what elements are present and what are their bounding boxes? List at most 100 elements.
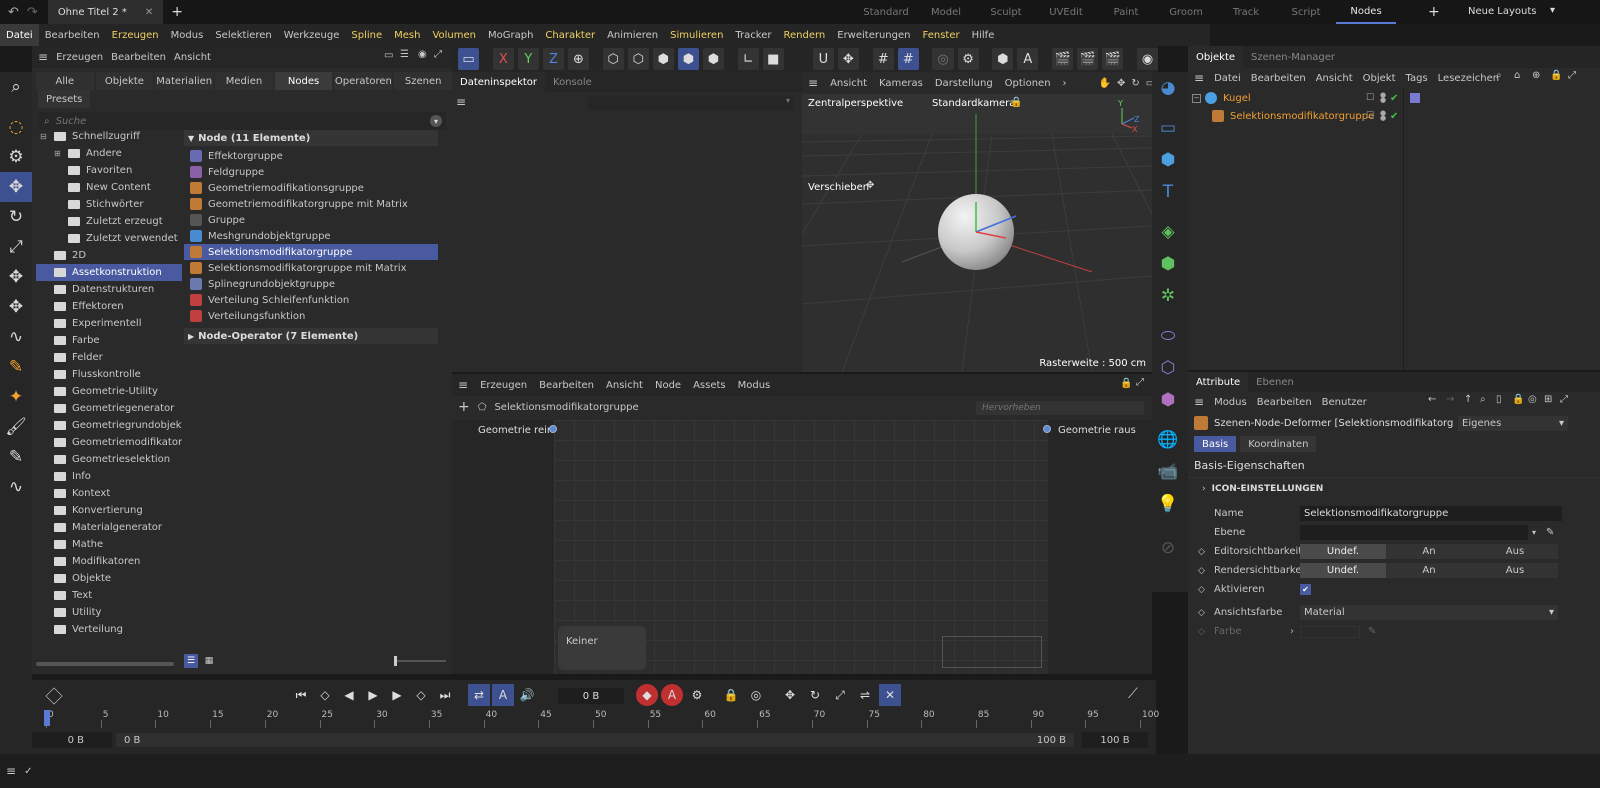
tree-item[interactable]: Geometriemodifikator xyxy=(36,434,182,451)
node-menu-node[interactable]: Node xyxy=(655,380,681,391)
z-axis-icon[interactable]: Z xyxy=(542,48,564,70)
keyframe-diamond-icon[interactable]: ◇ xyxy=(1188,585,1205,595)
tree-item[interactable]: Farbe xyxy=(36,332,182,349)
new-window-icon[interactable]: ⊞ xyxy=(1544,394,1552,405)
object-mode-icon[interactable]: ⬢ xyxy=(677,48,699,70)
menu-item-erweiterungen[interactable]: Erweiterungen xyxy=(831,24,916,46)
layer-field[interactable] xyxy=(1300,525,1528,540)
document-tab[interactable]: Ohne Titel 2 * ✕ xyxy=(47,0,164,24)
menu-item-spline[interactable]: Spline xyxy=(345,24,388,46)
close-tab-icon[interactable]: ✕ xyxy=(145,7,153,18)
tree-item[interactable]: Konvertierung xyxy=(36,502,182,519)
new-tab-icon[interactable]: + xyxy=(171,4,183,20)
node-menu-create[interactable]: Erzeugen xyxy=(480,380,527,391)
object-row-kugel[interactable]: − Kugel ☐ ● ● ✔ xyxy=(1192,90,1592,106)
object-manager-menu-icon[interactable]: ≡ xyxy=(1194,71,1204,85)
next-key-icon[interactable]: ◇ xyxy=(410,684,432,706)
loop-icon[interactable]: ⇄ xyxy=(468,684,490,706)
menu-item-selektieren[interactable]: Selektieren xyxy=(209,24,277,46)
tree-item[interactable]: Favoriten xyxy=(36,162,182,179)
objects-menu-bookmarks[interactable]: Lesezeichen xyxy=(1438,73,1499,84)
selection-tools-icon[interactable]: ⚙ xyxy=(0,142,32,172)
keyframe-diamond-icon[interactable]: ◇ xyxy=(1188,547,1205,557)
undo-icon[interactable]: ↶ xyxy=(8,5,19,20)
search-icon[interactable]: ⌕ xyxy=(0,72,32,102)
workspace-tab-groom[interactable]: Groom xyxy=(1156,0,1216,24)
range-end-right[interactable]: 100 B xyxy=(1082,732,1148,748)
tree-item[interactable]: Experimentell xyxy=(36,315,182,332)
menu-item-charakter[interactable]: Charakter xyxy=(539,24,601,46)
knife-tool-icon[interactable]: ✦ xyxy=(0,382,32,412)
text-a-icon[interactable]: A xyxy=(1017,48,1039,70)
expand-arrow-icon[interactable]: ▶ xyxy=(188,332,194,341)
attr-menu-edit[interactable]: Bearbeiten xyxy=(1257,397,1312,408)
asset-tab-medien[interactable]: Medien xyxy=(215,72,273,90)
menu-item-tracker[interactable]: Tracker xyxy=(729,24,777,46)
asset-menu-view[interactable]: Ansicht xyxy=(174,52,211,63)
cloner-icon[interactable]: ⬢ xyxy=(1152,248,1184,280)
viewport-menu-options[interactable]: Optionen xyxy=(1005,78,1051,89)
tag-icon[interactable]: ⬠ xyxy=(478,402,487,413)
list-view-icon[interactable]: ☰ xyxy=(184,654,198,668)
node-list-item[interactable]: Verteilungsfunktion xyxy=(184,308,438,324)
menu-icon[interactable]: ≡ xyxy=(6,764,16,778)
tree-item[interactable]: Assetkonstruktion xyxy=(36,264,182,281)
lock-icon[interactable]: 🔒 xyxy=(1120,378,1132,389)
asset-tab-szenen[interactable]: Szenen xyxy=(394,72,452,90)
eyedropper-icon[interactable]: ✎ xyxy=(1546,527,1554,538)
x-axis-icon[interactable]: X xyxy=(492,48,514,70)
tree-item[interactable]: Mathe xyxy=(36,536,182,553)
tag-icon[interactable] xyxy=(1410,93,1420,103)
environment-icon[interactable]: 🌐 xyxy=(1152,424,1184,456)
thumbnail-size-slider[interactable] xyxy=(394,656,446,666)
tree-item[interactable]: Geometrieselektion xyxy=(36,451,182,468)
cube-primitive-icon[interactable]: ⬢ xyxy=(1152,144,1184,176)
uv-mode-icon[interactable]: ⬢ xyxy=(702,48,724,70)
back-arrow-icon[interactable]: ← xyxy=(1428,394,1436,405)
layer-box-icon[interactable]: ☐ xyxy=(1366,93,1374,103)
window-icon[interactable]: ▭ xyxy=(384,50,393,61)
tree-item[interactable]: New Content xyxy=(36,179,182,196)
menu-item-animieren[interactable]: Animieren xyxy=(601,24,664,46)
expand-toggle-icon[interactable]: ⊞ xyxy=(54,149,64,158)
snap-settings-icon[interactable]: ✥ xyxy=(837,48,859,70)
sketch-tool-icon[interactable]: ∿ xyxy=(0,472,32,502)
asset-search-input[interactable] xyxy=(55,115,430,127)
key-settings-icon[interactable]: ⚙ xyxy=(686,684,708,706)
brush-tool-icon[interactable]: 🖌 xyxy=(0,412,32,442)
node-list-item[interactable]: Geometriemodifikationsgruppe xyxy=(184,180,438,196)
go-end-icon[interactable]: ⏭ xyxy=(434,684,456,706)
tab-layers[interactable]: Ebenen xyxy=(1248,373,1302,391)
filter-icon[interactable]: ⊕ xyxy=(1532,70,1540,81)
enabled-check-icon[interactable]: ✔ xyxy=(1390,93,1398,104)
keyframe-mode-icon[interactable] xyxy=(45,687,63,705)
polygons-mode-icon[interactable]: ⬢ xyxy=(652,48,674,70)
tweak-mode-icon[interactable]: ■ xyxy=(762,48,784,70)
generator-icon[interactable]: ◈ xyxy=(1152,216,1184,248)
tree-item[interactable]: Kontext xyxy=(36,485,182,502)
settings-gear-icon[interactable]: ⚙ xyxy=(957,48,979,70)
tree-item[interactable]: ⊞ Andere xyxy=(36,145,182,162)
visibility-dots-icon[interactable]: ● ● xyxy=(1380,92,1386,104)
editor-vis-on[interactable]: An xyxy=(1386,544,1472,559)
param-key-icon[interactable]: ⇌ xyxy=(854,684,876,706)
tree-item[interactable]: Flusskontrolle xyxy=(36,366,182,383)
points-mode-icon[interactable]: ⬡ xyxy=(602,48,624,70)
scale-tool-icon[interactable]: ⤢ xyxy=(0,232,32,262)
menu-item-rendern[interactable]: Rendern xyxy=(777,24,831,46)
transform-group-icon[interactable]: ✥ xyxy=(0,292,32,322)
rotate-view-icon[interactable]: ↻ xyxy=(1131,78,1139,89)
tree-item[interactable]: Materialgenerator xyxy=(36,519,182,536)
menu-item-volumen[interactable]: Volumen xyxy=(426,24,482,46)
play-icon[interactable]: ▶ xyxy=(362,684,384,706)
tree-item[interactable]: Objekte xyxy=(36,570,182,587)
tree-item[interactable]: Geometriegrundobjekte xyxy=(36,417,182,434)
range-slider[interactable]: 0 B 100 B xyxy=(116,733,1074,747)
grid-snap-icon[interactable]: # xyxy=(872,48,894,70)
expand-panel-icon[interactable]: ⤢ xyxy=(1568,70,1576,81)
editor-vis-off[interactable]: Aus xyxy=(1472,544,1558,559)
layer-dropdown-icon[interactable]: ▾ xyxy=(1532,528,1536,537)
redshift-icon[interactable]: ◉ xyxy=(1137,48,1159,70)
sound-icon[interactable]: 🔊 xyxy=(516,684,538,706)
render-vis-undef[interactable]: Undef. xyxy=(1300,563,1386,578)
